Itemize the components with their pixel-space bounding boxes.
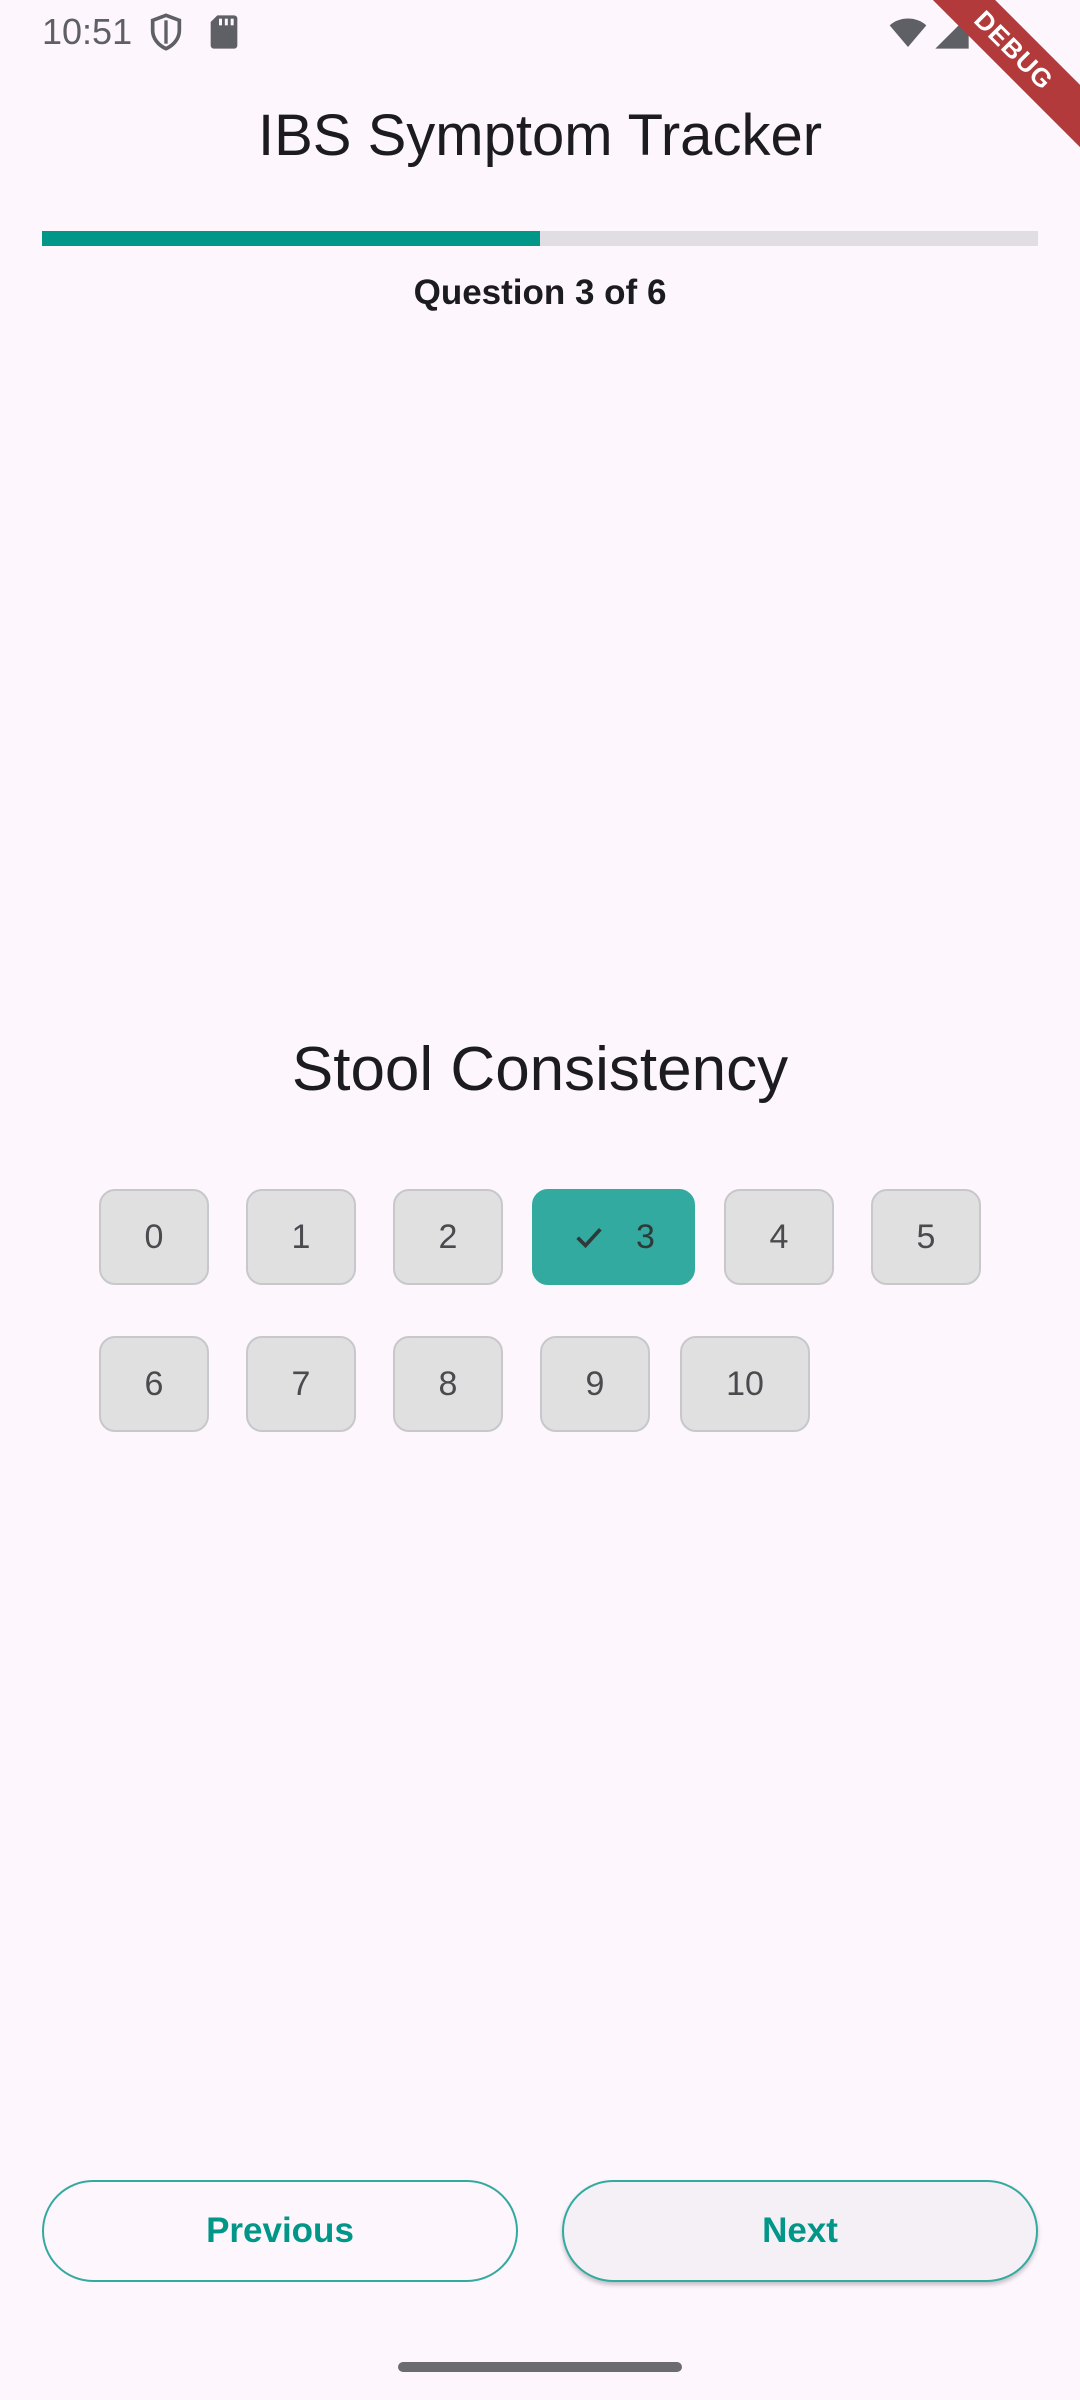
rating-chip-label: 6 [144,1364,164,1403]
wifi-icon [888,12,928,52]
check-icon [576,1227,602,1249]
next-button[interactable]: Next [562,2180,1038,2282]
status-time: 10:51 [42,11,133,52]
rating-chip-label: 5 [916,1217,936,1256]
rating-chip-label: 2 [438,1217,458,1256]
status-bar: 10:51 [0,0,1080,64]
rating-chip[interactable]: 9 [540,1336,650,1432]
rating-chip-label: 1 [291,1217,311,1256]
progress-bar [42,231,1038,246]
rating-chip-label: 4 [769,1217,789,1256]
rating-chip-label: 0 [144,1217,164,1256]
rating-chip-label: 10 [726,1364,764,1403]
question-title: Stool Consistency [291,1035,789,1104]
shield-icon [146,12,186,52]
sd-card-icon [204,12,244,52]
rating-chip-label: 9 [585,1364,605,1403]
app-title: IBS Symptom Tracker [257,103,823,168]
rating-chip[interactable]: 1 [246,1189,356,1285]
home-indicator[interactable] [398,2362,682,2372]
rating-chip[interactable]: 8 [393,1336,503,1432]
rating-chip[interactable]: 6 [99,1336,209,1432]
rating-chip-selected[interactable]: 3 [532,1189,695,1285]
rating-chip[interactable]: 10 [680,1336,810,1432]
rating-chip-label: 3 [636,1217,655,1256]
previous-button[interactable]: Previous [42,2180,518,2282]
rating-chip[interactable]: 4 [724,1189,834,1285]
rating-chip-label: 7 [291,1364,311,1403]
rating-chip[interactable]: 2 [393,1189,503,1285]
rating-chip[interactable]: 0 [99,1189,209,1285]
rating-chip[interactable]: 7 [246,1336,356,1432]
progress-bar-fill [42,231,540,246]
question-counter: Question 3 of 6 [413,273,667,312]
rating-chip[interactable]: 5 [871,1189,981,1285]
rating-chip-label: 8 [438,1364,458,1403]
